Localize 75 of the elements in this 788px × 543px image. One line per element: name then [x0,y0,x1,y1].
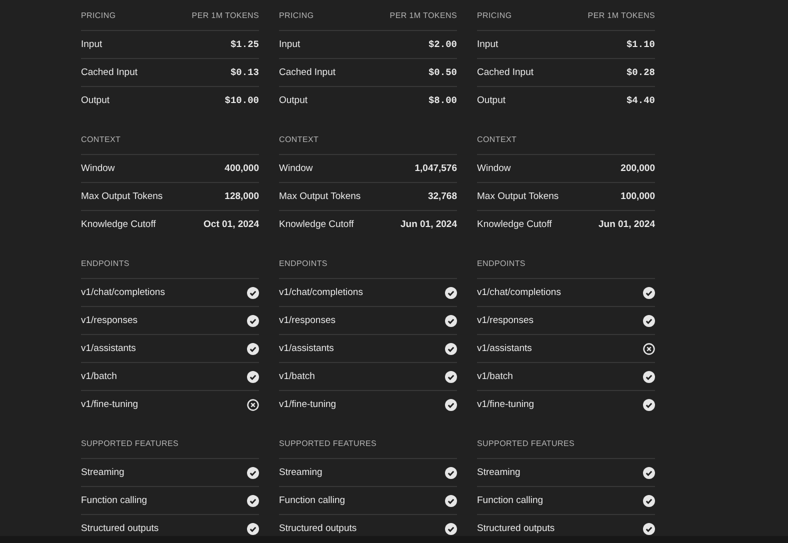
price-value: $1.10 [626,39,655,50]
row-label: Output [279,95,308,106]
price-value: $0.50 [428,67,457,78]
row-label: v1/chat/completions [477,287,561,298]
spec-value: Jun 01, 2024 [400,219,457,230]
row-label: Function calling [81,495,148,506]
section-heading: SUPPORTED FEATURES [81,438,179,448]
price-value: $10.00 [224,95,259,106]
row-label: Knowledge Cutoff [279,219,354,230]
row-label: v1/batch [279,371,315,382]
row-label: Cached Input [477,67,534,78]
row-label: Cached Input [279,67,336,78]
row-label: v1/batch [81,371,117,382]
row-label: Function calling [477,495,544,506]
price-value: $2.00 [428,39,457,50]
section-heading: CONTEXT [477,134,517,144]
unit-note: PER 1M TOKENS [390,10,457,20]
row-label: Output [477,95,506,106]
spec-value: 400,000 [224,163,259,174]
row-label: v1/assistants [81,343,136,354]
section-heading: SUPPORTED FEATURES [477,438,575,448]
row-label: v1/fine-tuning [477,399,534,410]
row-label: v1/fine-tuning [81,399,138,410]
row-label: Input [477,39,498,50]
row-label: Streaming [81,467,124,478]
section-heading: PRICING [81,10,116,20]
spec-value: Oct 01, 2024 [204,219,259,230]
spec-value: 32,768 [428,191,457,202]
spec-value: Jun 01, 2024 [598,219,655,230]
unit-note: PER 1M TOKENS [192,10,259,20]
row-label: Streaming [477,467,520,478]
row-label: v1/responses [279,315,336,326]
unit-note: PER 1M TOKENS [588,10,655,20]
row-label: Knowledge Cutoff [81,219,156,230]
section-heading: ENDPOINTS [81,258,130,268]
section-heading: ENDPOINTS [279,258,328,268]
section-heading: ENDPOINTS [477,258,526,268]
price-value: $0.28 [626,67,655,78]
row-label: Streaming [279,467,322,478]
price-value: $4.40 [626,95,655,106]
section-heading: CONTEXT [279,134,319,144]
row-label: v1/responses [81,315,138,326]
section-heading: PRICING [477,10,512,20]
row-label: Max Output Tokens [81,191,163,202]
section-heading: PRICING [279,10,314,20]
row-label: v1/assistants [279,343,334,354]
spec-value: 1,047,576 [414,163,457,174]
row-label: Window [477,163,511,174]
price-value: $0.13 [230,67,259,78]
row-label: v1/assistants [477,343,532,354]
row-label: Structured outputs [279,523,357,534]
row-label: Structured outputs [81,523,159,534]
row-label: Max Output Tokens [477,191,559,202]
section-heading: SUPPORTED FEATURES [279,438,377,448]
row-label: Input [279,39,300,50]
row-label: v1/fine-tuning [279,399,336,410]
spec-value: 100,000 [620,191,655,202]
price-value: $8.00 [428,95,457,106]
row-label: Max Output Tokens [279,191,361,202]
row-label: Structured outputs [477,523,555,534]
spec-value: 200,000 [620,163,655,174]
row-label: Window [81,163,115,174]
section-heading: CONTEXT [81,134,121,144]
row-label: v1/chat/completions [81,287,165,298]
row-label: Cached Input [81,67,138,78]
row-label: Output [81,95,110,106]
row-label: Knowledge Cutoff [477,219,552,230]
price-value: $1.25 [230,39,259,50]
row-label: Window [279,163,313,174]
row-label: v1/batch [477,371,513,382]
row-label: v1/chat/completions [279,287,363,298]
row-label: Input [81,39,102,50]
row-label: v1/responses [477,315,534,326]
spec-value: 128,000 [224,191,259,202]
row-label: Function calling [279,495,346,506]
